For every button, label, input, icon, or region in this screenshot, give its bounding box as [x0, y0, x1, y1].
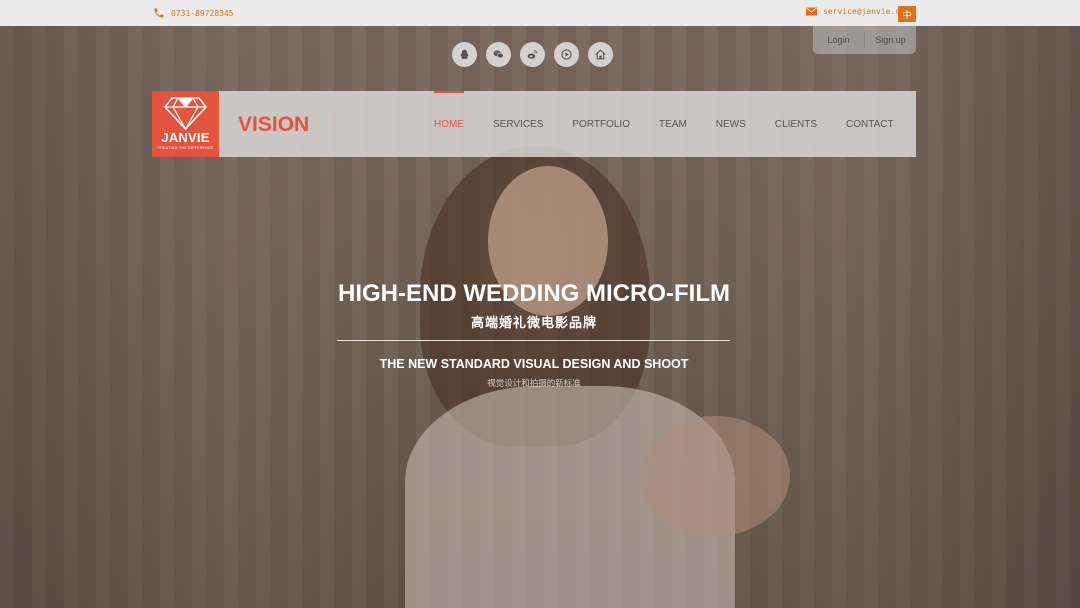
- nav-item-contact[interactable]: CONTACT: [846, 91, 894, 157]
- nav-item-services[interactable]: SERVICES: [493, 91, 543, 157]
- brand-title: VISION: [238, 113, 310, 136]
- hero-subtitle-cn: 视觉设计和拍摄的新标准: [487, 379, 581, 389]
- social-icons: [452, 42, 613, 67]
- weibo-icon[interactable]: [520, 42, 545, 67]
- logo-tagline: CREATING THE DIFFERENCE: [157, 146, 214, 150]
- nav-item-home[interactable]: HOME: [434, 91, 464, 157]
- hero-divider: [337, 340, 730, 341]
- signup-link[interactable]: Sign up: [865, 35, 916, 45]
- wechat-icon[interactable]: [486, 42, 511, 67]
- diamond-logo-icon: [164, 97, 207, 130]
- language-switch-button[interactable]: 中: [898, 6, 916, 22]
- phone-icon: [154, 8, 164, 18]
- auth-panel: Login Sign up: [813, 26, 916, 54]
- mail-icon: [806, 7, 817, 16]
- phone-number: 0731-89728345: [171, 8, 234, 18]
- hero-subtitle: THE NEW STANDARD VISUAL DESIGN AND SHOOT: [379, 357, 689, 371]
- email-address[interactable]: service@janvie.com: [823, 7, 910, 16]
- email-contact[interactable]: service@janvie.com: [806, 7, 910, 16]
- home-icon[interactable]: [588, 42, 613, 67]
- hero-title: HIGH-END WEDDING MICRO-FILM: [338, 280, 730, 307]
- qq-icon[interactable]: [452, 42, 477, 67]
- nav-item-portfolio[interactable]: PORTFOLIO: [572, 91, 630, 157]
- video-play-icon[interactable]: [554, 42, 579, 67]
- nav-menu: HOME SERVICES PORTFOLIO TEAM NEWS CLIENT…: [434, 91, 923, 157]
- phone-contact: 0731-89728345: [153, 7, 234, 19]
- hero-title-cn: 高端婚礼微电影品牌: [470, 316, 597, 331]
- logo-wordmark: JANVIE: [161, 130, 210, 145]
- login-link[interactable]: Login: [813, 35, 864, 45]
- top-info-bar: 0731-89728345 service@janvie.com 中: [0, 0, 1080, 26]
- main-navigation: JANVIE CREATING THE DIFFERENCE VISION HO…: [152, 91, 916, 157]
- nav-item-news[interactable]: NEWS: [716, 91, 746, 157]
- janvie-logo[interactable]: JANVIE CREATING THE DIFFERENCE: [152, 91, 219, 157]
- nav-item-team[interactable]: TEAM: [659, 91, 687, 157]
- nav-item-clients[interactable]: CLIENTS: [775, 91, 817, 157]
